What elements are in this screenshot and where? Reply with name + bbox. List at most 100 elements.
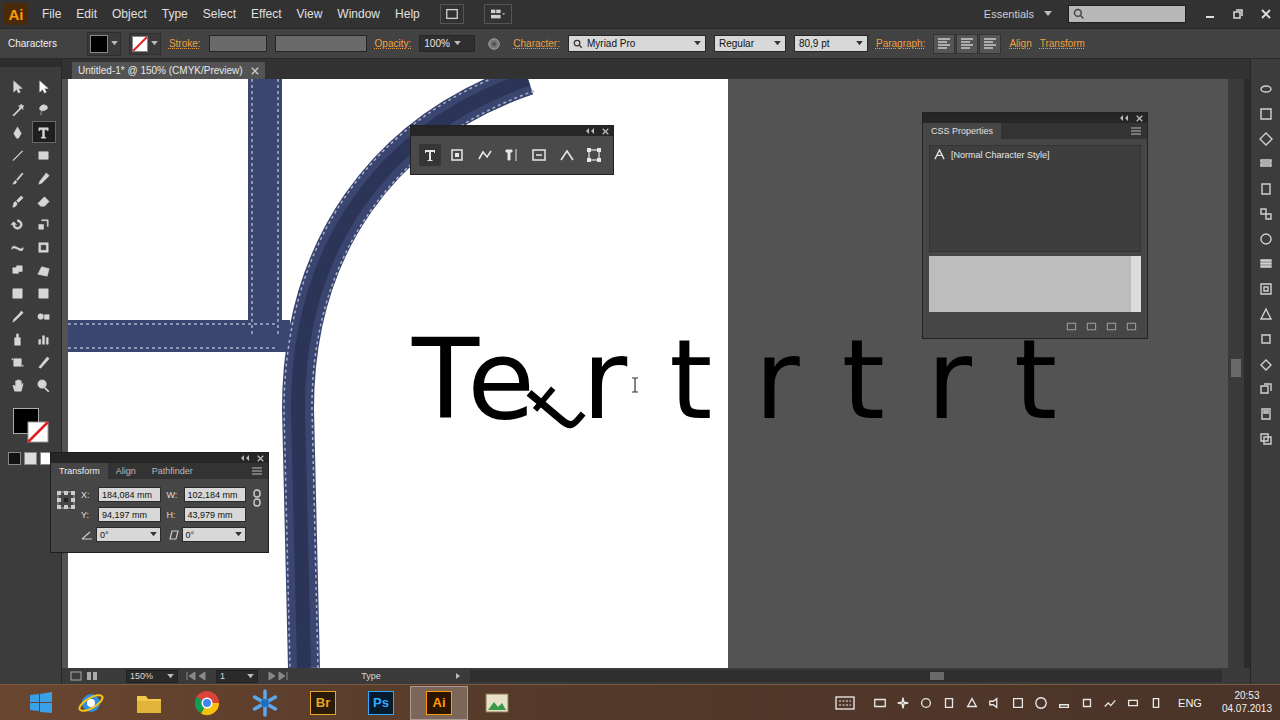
taskbar-app[interactable] [62, 686, 120, 720]
status-menu-arrow-icon[interactable] [454, 672, 462, 680]
stroke-swatch[interactable] [129, 33, 161, 55]
tool-button[interactable] [6, 374, 30, 396]
panel-header[interactable] [51, 453, 268, 463]
panel-header[interactable] [411, 126, 613, 136]
menu-item[interactable]: Effect [251, 5, 281, 23]
taskbar-app[interactable] [120, 686, 178, 720]
font-family-field[interactable]: Myriad Pro [568, 35, 706, 52]
horizontal-scrollbar[interactable] [470, 670, 1222, 682]
align-button[interactable] [933, 34, 955, 54]
menu-item[interactable]: File [42, 5, 61, 23]
tool-button[interactable] [32, 351, 56, 373]
menu-item[interactable]: Select [203, 5, 236, 23]
constrain-proportions-icon[interactable] [252, 489, 262, 507]
tray-icon[interactable] [1124, 694, 1141, 712]
tool-button[interactable] [6, 213, 30, 235]
angle-input[interactable]: 0° [182, 527, 247, 542]
css-code-box[interactable] [929, 256, 1141, 312]
tool-button[interactable] [6, 305, 30, 327]
dock-panel-button[interactable] [1257, 256, 1275, 272]
opacity-link[interactable]: Opacity: [375, 38, 412, 49]
touch-keyboard-icon[interactable] [835, 696, 855, 710]
baseline-shift-button[interactable] [474, 144, 496, 166]
close-tab-icon[interactable] [251, 67, 259, 75]
tool-button[interactable] [32, 75, 56, 97]
text-glyph[interactable]: t [1014, 325, 1057, 435]
taskbar-app[interactable]: Br [294, 686, 352, 720]
stroke-weight-field[interactable] [209, 35, 267, 52]
tray-icon[interactable] [1055, 694, 1072, 712]
panel-grip[interactable] [0, 59, 61, 67]
panel-tab[interactable]: Transform [51, 463, 108, 479]
dock-panel-button[interactable] [1257, 381, 1275, 397]
tool-button[interactable] [32, 98, 56, 120]
gradient-button[interactable] [24, 452, 37, 465]
taskbar-app[interactable] [178, 686, 236, 720]
taskbar-app[interactable]: Ps [352, 686, 410, 720]
menu-item[interactable]: Window [337, 5, 380, 23]
tray-icon[interactable] [1009, 694, 1026, 712]
next-artboard-icon[interactable] [266, 671, 288, 681]
taskbar-app[interactable] [468, 686, 526, 720]
close-icon[interactable] [602, 128, 609, 135]
dock-panel-button[interactable] [1257, 206, 1275, 222]
tool-button[interactable] [6, 167, 30, 189]
document-tab[interactable]: Untitled-1* @ 150% (CMYK/Preview) [72, 62, 265, 79]
dock-panel-button[interactable] [1257, 81, 1275, 97]
style-list-item[interactable]: [Normal Character Style] [930, 146, 1140, 163]
tool-button[interactable] [32, 259, 56, 281]
field-input[interactable]: 94,197 mm [98, 507, 161, 522]
collapse-icon[interactable] [586, 128, 596, 134]
fill-stroke-widget[interactable] [9, 406, 53, 446]
tool-button[interactable] [6, 351, 30, 373]
tool-button[interactable] [6, 259, 30, 281]
scale-button[interactable] [583, 144, 605, 166]
font-style-field[interactable]: Regular [714, 35, 786, 52]
dock-panel-button[interactable] [1257, 231, 1275, 247]
dock-panel-button[interactable] [1257, 131, 1275, 147]
panel-footer-button[interactable] [1083, 319, 1099, 333]
tray-icon[interactable] [1101, 694, 1118, 712]
zoom-field[interactable]: 150% [126, 670, 178, 683]
rotate-button[interactable] [556, 144, 578, 166]
field-input[interactable]: 43,979 mm [184, 507, 247, 522]
canvas[interactable]: Tetrtrtrt CSS Properties [Normal Character… [62, 79, 1228, 668]
restore-button[interactable] [1224, 3, 1252, 25]
close-button[interactable] [1252, 3, 1280, 25]
tool-button[interactable] [32, 282, 56, 304]
scroll-thumb[interactable] [930, 672, 944, 680]
dock-panel-button[interactable] [1257, 306, 1275, 322]
character-control-button[interactable] [419, 144, 441, 166]
reference-point-icon[interactable] [57, 491, 75, 509]
tool-button[interactable] [6, 144, 30, 166]
panel-tab[interactable]: CSS Properties [923, 123, 1001, 139]
taskbar-app[interactable]: Ai [410, 686, 468, 720]
panel-footer-button[interactable] [1123, 319, 1139, 333]
dock-panel-button[interactable] [1257, 356, 1275, 372]
tray-icon[interactable] [917, 694, 934, 712]
tool-button[interactable] [6, 236, 30, 258]
scrollbar[interactable] [1131, 256, 1141, 312]
tray-icon[interactable] [986, 694, 1003, 712]
tray-icon[interactable] [1078, 694, 1095, 712]
tool-button[interactable] [6, 121, 30, 143]
bridge-button[interactable] [440, 4, 464, 24]
tray-icon[interactable] [894, 694, 911, 712]
tool-button[interactable] [32, 144, 56, 166]
menu-item[interactable]: Object [112, 5, 147, 23]
tray-icon[interactable] [963, 694, 980, 712]
artboard-nav-icon[interactable] [70, 671, 82, 681]
tool-button[interactable] [6, 98, 30, 120]
tool-button[interactable] [32, 213, 56, 235]
tool-button[interactable] [32, 328, 56, 350]
point-text[interactable]: Tetrtrtrt [412, 325, 1057, 435]
tool-button[interactable] [32, 305, 56, 327]
menu-item[interactable]: Help [395, 5, 420, 23]
text-glyph[interactable]: t [842, 325, 885, 435]
opacity-field[interactable]: 100% [419, 35, 475, 52]
dock-panel-button[interactable] [1257, 331, 1275, 347]
stroke-link[interactable]: Stroke: [169, 38, 201, 49]
tool-button[interactable] [6, 328, 30, 350]
workspace-switcher[interactable]: Essentials [984, 8, 1052, 20]
field-input[interactable]: 102,184 mm [184, 487, 247, 502]
